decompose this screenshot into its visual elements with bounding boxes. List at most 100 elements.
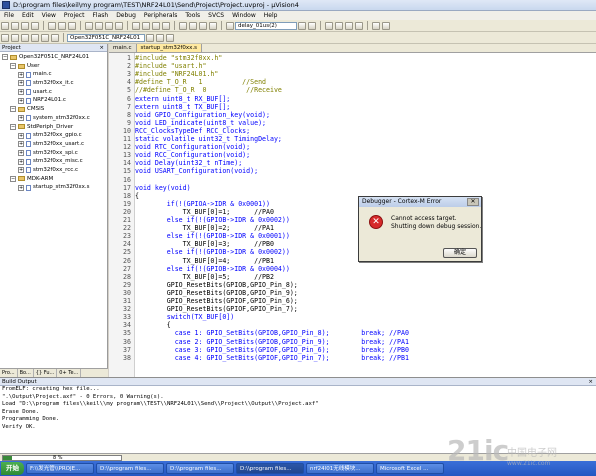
nav-back-icon[interactable] [105,21,113,30]
breakpoint-icon[interactable] [335,21,343,30]
comment-icon[interactable] [199,21,207,30]
expand-icon[interactable]: + [18,158,24,165]
menu-edit[interactable]: Edit [18,12,38,19]
next-bookmark-icon[interactable] [152,21,160,30]
tab-templates[interactable]: 0+ Te... [57,369,82,377]
editor-tab[interactable]: startup_stm32f0xx.s [136,44,202,52]
cut-icon[interactable] [48,21,56,30]
ok-button[interactable]: 确定 [443,248,477,258]
collapse-icon[interactable]: − [2,54,8,61]
menu-svcs[interactable]: SVCS [204,12,228,19]
expand-icon[interactable]: + [18,184,24,191]
expand-icon[interactable]: + [18,132,24,139]
tree-file[interactable]: + stm32f0xx_spi.c [0,149,107,158]
tree-file[interactable]: + stm32f0xx_gpio.c [0,131,107,140]
tree-file[interactable]: + usart.c [0,88,107,97]
translate-icon[interactable] [1,33,9,42]
nav-forward-icon[interactable] [115,21,123,30]
target-select[interactable]: Open32F051C_NRF24L01 [67,33,145,42]
menu-flash[interactable]: Flash [88,12,112,19]
close-icon[interactable]: × [99,44,107,51]
menu-help[interactable]: Help [260,12,282,19]
copy-icon[interactable] [58,21,66,30]
start-button[interactable]: 开始 [1,462,24,475]
close-icon[interactable]: × [588,378,596,385]
expand-icon[interactable]: + [18,89,24,96]
code-area[interactable]: 1 #include "stm32f0xx.h" 2 #include "usart.… [109,53,596,377]
tree-file[interactable]: + stm32f0xx_rcc.c [0,166,107,175]
taskbar-item[interactable]: D:\\program files... [96,463,164,474]
tree-file[interactable]: + system_stm32f0xx.c [0,114,107,123]
prev-bookmark-icon[interactable] [142,21,150,30]
expand-icon[interactable]: + [18,115,24,122]
stop-build-icon[interactable] [41,33,49,42]
save-icon[interactable] [21,21,29,30]
tree-file[interactable]: + stm32f0xx_misc.c [0,157,107,166]
build-output-text[interactable]: FromELF: creating hex file... ".\Output\P… [0,386,596,432]
download-icon[interactable] [51,33,59,42]
collapse-icon[interactable]: − [10,175,16,182]
tab-functions[interactable]: {} Fu... [34,369,58,377]
menu-project[interactable]: Project [60,12,89,19]
batch-build-icon[interactable] [31,33,39,42]
unindent-icon[interactable] [189,21,197,30]
tree-folder[interactable]: − User [0,62,107,71]
configure-icon[interactable] [382,21,390,30]
collapse-icon[interactable]: − [10,63,16,70]
incremental-find-icon[interactable] [308,21,316,30]
taskbar-item[interactable]: Microsoft Excel ... [376,463,444,474]
undo-icon[interactable] [85,21,93,30]
tree-file[interactable]: + main.c [0,70,107,79]
indent-icon[interactable] [179,21,187,30]
dialog-close-button[interactable]: ✕ [467,198,479,206]
tree-file[interactable]: + stm32f0xx_usart.c [0,140,107,149]
window-layout-icon[interactable] [372,21,380,30]
target-options-icon[interactable] [146,33,154,42]
expand-icon[interactable]: + [18,167,24,174]
tab-books[interactable]: Bo... [18,369,34,377]
tree-folder[interactable]: − CMSIS [0,105,107,114]
taskbar-item[interactable]: nrf24l01无线模块... [306,463,374,474]
uncomment-icon[interactable] [209,21,217,30]
menu-peripherals[interactable]: Peripherals [140,12,181,19]
expand-icon[interactable]: + [18,71,24,78]
find-combo[interactable]: delay_01us(2) [235,21,297,30]
rebuild-icon[interactable] [21,33,29,42]
redo-icon[interactable] [95,21,103,30]
tree-file[interactable]: + startup_stm32f0xx.s [0,183,107,192]
menu-window[interactable]: Window [228,12,260,19]
menu-view[interactable]: View [38,12,60,19]
file-extensions-icon[interactable] [156,33,164,42]
expand-icon[interactable]: + [18,141,24,148]
expand-icon[interactable]: + [18,80,24,87]
menu-tools[interactable]: Tools [181,12,204,19]
open-file-icon[interactable] [11,21,19,30]
taskbar-item[interactable]: F:\\发光管\\PROJE... [26,463,94,474]
tree-folder[interactable]: − MDK-ARM [0,175,107,184]
editor-tab[interactable]: main.c [109,44,137,52]
tab-project[interactable]: Pro... [0,369,18,377]
find-icon[interactable] [298,21,306,30]
expand-icon[interactable]: + [18,149,24,156]
tree-folder[interactable]: − StdPeriph_Driver [0,123,107,132]
taskbar-item[interactable]: D:\\program files... [236,463,304,474]
paste-icon[interactable] [68,21,76,30]
taskbar-item[interactable]: D:\\program files... [166,463,234,474]
manage-components-icon[interactable] [166,33,174,42]
debug-start-icon[interactable] [325,21,333,30]
expand-icon[interactable]: + [18,97,24,104]
kill-breakpoints-icon[interactable] [355,21,363,30]
bookmark-icon[interactable] [132,21,140,30]
disable-breakpoint-icon[interactable] [345,21,353,30]
tree-file[interactable]: + stm32f0xx_it.c [0,79,107,88]
collapse-icon[interactable]: − [10,123,16,130]
menu-debug[interactable]: Debug [112,12,140,19]
build-icon[interactable] [11,33,19,42]
save-all-icon[interactable] [31,21,39,30]
collapse-icon[interactable]: − [10,106,16,113]
tree-folder[interactable]: − Open32F051C_NRF24L01 [0,53,107,62]
new-file-icon[interactable] [1,21,9,30]
tree-file[interactable]: + NRF24L01.c [0,96,107,105]
clear-bookmarks-icon[interactable] [162,21,170,30]
find-in-files-icon[interactable] [226,21,234,30]
